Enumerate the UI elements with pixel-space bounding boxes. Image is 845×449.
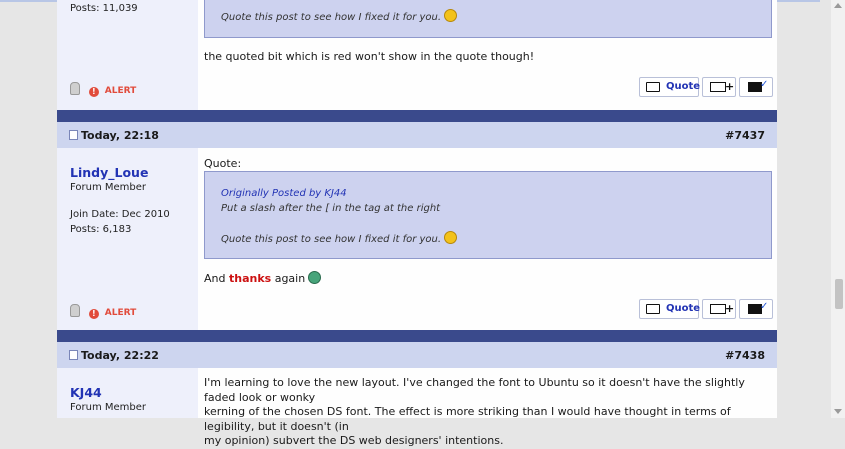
post-separator (57, 330, 777, 342)
quote-line: Put a slash after the [ in the tag at th… (221, 203, 441, 214)
post-number-link[interactable]: #7437 (725, 129, 765, 142)
grin-icon (308, 271, 322, 284)
speech-bubble-icon (646, 304, 660, 314)
post-date: Today, 22:18 (69, 129, 159, 142)
quote-author-link[interactable]: Originally Posted by KJ44 (221, 188, 347, 199)
smiley-icon (444, 231, 458, 244)
document-icon (69, 350, 78, 360)
quote-text: Quote this post to see how I fixed it fo… (221, 9, 458, 23)
post-date-text: Today, 22:18 (81, 129, 159, 142)
document-icon (69, 130, 78, 140)
post-date-text: Today, 22:22 (81, 349, 159, 362)
speech-bubble-icon (646, 82, 660, 92)
post-content: Quote this post to see how I fixed it fo… (198, 0, 777, 110)
highlighted-word: thanks (228, 272, 272, 285)
quick-reply-button[interactable]: ✓ (739, 299, 773, 319)
quote-box: Originally Posted by KJ44 Put a slash af… (204, 171, 772, 259)
scroll-up-arrow-icon[interactable] (834, 3, 842, 8)
quote-label: Quote: (204, 157, 242, 170)
post-message: the quoted bit which is red won't show i… (204, 50, 535, 63)
post-7438: KJ44 Forum Member I'm learning to love t… (57, 368, 777, 447)
multiquote-plus-icon (710, 304, 726, 314)
user-status-row: ! ALERT (70, 82, 136, 97)
username-link[interactable]: KJ44 (70, 385, 102, 400)
user-posts-count: Posts: 6,183 (70, 224, 132, 235)
user-status-row: ! ALERT (70, 304, 136, 319)
quick-reply-button[interactable]: ✓ (739, 77, 773, 97)
post-7437: Lindy_Loue Forum Member Join Date: Dec 2… (57, 148, 777, 330)
multiquote-button[interactable]: + (702, 299, 736, 319)
quote-button-label: Quote (666, 303, 701, 314)
vertical-scrollbar[interactable] (831, 0, 845, 418)
post-message: I'm learning to love the new layout. I'v… (204, 376, 770, 449)
scroll-down-arrow-icon[interactable] (834, 409, 842, 414)
quote-button[interactable]: Quote (639, 77, 701, 97)
user-sidebar: Posts: 11,039 ! ALERT (57, 0, 198, 110)
quote-line: Quote this post to see how I fixed it fo… (221, 12, 442, 23)
message-line: my opinion) subvert the DS web designers… (204, 434, 504, 447)
post-separator (57, 110, 777, 122)
alert-icon[interactable]: ! (88, 87, 99, 97)
quote-line: Quote this post to see how I fixed it fo… (221, 234, 442, 245)
alert-link[interactable]: ALERT (105, 86, 137, 96)
smiley-icon (444, 9, 458, 22)
quote-button[interactable]: Quote (639, 299, 701, 319)
multiquote-button[interactable]: + (702, 77, 736, 97)
offline-bulb-icon (70, 82, 80, 95)
quote-text: Quote this post to see how I fixed it fo… (221, 231, 458, 245)
post-header: Today, 22:22 #7438 (57, 342, 777, 368)
post-date: Today, 22:22 (69, 349, 159, 362)
user-rank: Forum Member (70, 182, 147, 193)
alert-icon[interactable]: ! (88, 309, 99, 319)
post-content: I'm learning to love the new layout. I'v… (198, 368, 777, 447)
offline-bulb-icon (70, 304, 80, 317)
quote-button-label: Quote (666, 81, 701, 92)
user-sidebar: KJ44 Forum Member (57, 368, 198, 418)
user-sidebar: Lindy_Loue Forum Member Join Date: Dec 2… (57, 148, 198, 330)
post-previous: Posts: 11,039 ! ALERT Quote this post to… (57, 0, 777, 110)
user-join-date: Join Date: Dec 2010 (70, 209, 170, 220)
multiquote-plus-icon (710, 82, 726, 92)
message-line: kerning of the chosen DS font. The effec… (204, 405, 731, 433)
post-header: Today, 22:18 #7437 (57, 122, 777, 148)
post-message: And thanks again (204, 271, 322, 285)
quote-box: Quote this post to see how I fixed it fo… (204, 0, 772, 38)
user-rank: Forum Member (70, 402, 147, 413)
message-line: I'm learning to love the new layout. I'v… (204, 376, 745, 404)
user-posts-count: Posts: 11,039 (70, 3, 138, 14)
scrollbar-thumb[interactable] (835, 279, 843, 309)
post-number-link[interactable]: #7438 (725, 349, 765, 362)
post-content: Quote: Originally Posted by KJ44 Put a s… (198, 148, 777, 330)
alert-link[interactable]: ALERT (105, 308, 137, 318)
username-link[interactable]: Lindy_Loue (70, 165, 148, 180)
